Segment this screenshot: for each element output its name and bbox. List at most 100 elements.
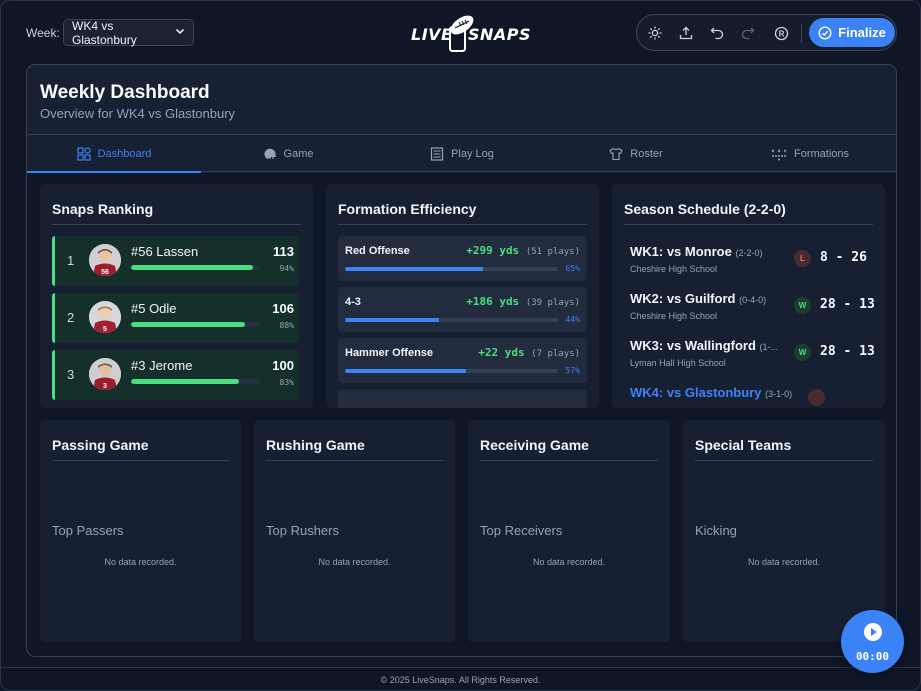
player-name: #5 Odle [131, 301, 177, 316]
divider [52, 224, 301, 225]
formation-yards: +22 yds (7 plays) [478, 346, 580, 359]
efficiency-bar [345, 267, 558, 271]
divider [338, 224, 587, 225]
sun-icon[interactable] [645, 23, 665, 43]
formation-row[interactable]: Hammer Offense +22 yds (7 plays) 57% [338, 338, 587, 383]
game-title: WK1: vs Monroe (2-2-0) [630, 244, 762, 259]
efficiency-fill [345, 369, 467, 373]
plays-count: (51 plays) [525, 247, 580, 257]
divider [52, 460, 229, 461]
ranking-row[interactable]: 3 3 #3 Jerome 100 83% [52, 350, 299, 400]
formation-row[interactable]: 4-3 +186 yds (39 plays) 44% [338, 287, 587, 332]
efficiency-fill [345, 267, 484, 271]
game-score: 8 - 26 [820, 250, 867, 265]
section-subtitle: Top Rushers [266, 523, 339, 538]
upload-icon[interactable] [676, 23, 696, 43]
helmet-icon [263, 148, 276, 159]
yards-value: +186 yds [466, 295, 520, 308]
efficiency-percent: 44% [565, 315, 580, 324]
tab-roster[interactable]: Roster [549, 135, 723, 172]
game-title: WK2: vs Guilford (0-4-0) [630, 291, 766, 306]
snap-percent: 94% [279, 264, 294, 273]
schedule-row[interactable]: WK3: vs Wallingford (1-... Lyman Hall Hi… [630, 338, 875, 378]
rank-number: 3 [67, 367, 75, 382]
dashboard-header: Weekly Dashboard Overview for WK4 vs Gla… [27, 65, 896, 135]
snap-count: 106 [272, 301, 294, 316]
snap-percent: 83% [279, 378, 294, 387]
formation-yards: +186 yds (39 plays) [466, 295, 580, 308]
opponent-name: WK1: vs Monroe [630, 244, 732, 259]
undo-icon[interactable] [707, 23, 727, 43]
toolbar: R Finalize [636, 14, 897, 51]
timer-display: 00:00 [855, 650, 890, 663]
efficiency-bar [345, 318, 558, 322]
formation-name: Hammer Offense [345, 347, 434, 359]
livesnaps-logo: LIVE SNAPS [410, 13, 531, 53]
result-badge [808, 389, 825, 406]
ranking-row[interactable]: 1 56 #56 Lassen 113 94% [52, 236, 299, 286]
tab-play-log[interactable]: Play Log [375, 135, 549, 172]
tab-formations[interactable]: Formations [723, 135, 896, 172]
snap-progress-bar [131, 322, 261, 327]
opponent-record: (2-2-0) [735, 248, 763, 258]
divider [480, 460, 658, 461]
rank-number: 2 [67, 310, 75, 325]
top-bar: Week: WK4 vs Glastonbury LIVE SNAPS R Fi… [1, 1, 920, 63]
page-subtitle: Overview for WK4 vs Glastonbury [40, 106, 236, 121]
avatar: 56 [89, 244, 121, 276]
avatar: 3 [89, 358, 121, 390]
logo-text-right: SNAPS [468, 25, 532, 44]
player-name: #56 Lassen [131, 244, 199, 259]
schedule-row[interactable]: WK1: vs Monroe (2-2-0) Cheshire High Sch… [630, 244, 870, 284]
result-badge: W [794, 344, 811, 361]
dashboard-panel: Weekly Dashboard Overview for WK4 vs Gla… [26, 64, 897, 657]
footer: © 2025 LiveSnaps. All Rights Reserved. [1, 667, 920, 690]
avatar: 5 [89, 301, 121, 333]
formation-row[interactable] [338, 389, 587, 408]
special-teams-card: Special Teams Kicking No data recorded. [683, 420, 885, 642]
tab-label: Game [283, 147, 314, 160]
play-icon [864, 623, 882, 641]
schedule-row[interactable]: WK2: vs Guilford (0-4-0) Cheshire High S… [630, 291, 875, 331]
svg-text:56: 56 [101, 269, 109, 276]
snap-progress-fill [131, 265, 254, 270]
reset-icon[interactable]: R [771, 23, 791, 43]
week-select[interactable]: WK4 vs Glastonbury [63, 19, 194, 47]
opponent-name: WK3: vs Wallingford [630, 338, 756, 353]
snap-percent: 88% [279, 321, 294, 330]
section-subtitle: Top Passers [52, 523, 124, 538]
snap-count: 100 [272, 358, 294, 373]
chevron-down-icon [175, 26, 185, 39]
opponent-record: (0-4-0) [739, 295, 767, 305]
formation-row[interactable]: Red Offense +299 yds (51 plays) 65% [338, 236, 587, 281]
passing-game-card: Passing Game Top Passers No data recorde… [40, 420, 241, 642]
list-icon [430, 146, 444, 161]
divider [266, 460, 443, 461]
tab-dashboard[interactable]: Dashboard [27, 135, 201, 173]
check-circle-icon [818, 25, 832, 40]
ranking-row[interactable]: 2 5 #5 Odle 106 88% [52, 293, 299, 343]
card-title: Formation Efficiency [338, 201, 477, 217]
game-title: WK3: vs Wallingford (1-... [630, 338, 778, 353]
card-title: Receiving Game [480, 437, 589, 453]
tab-label: Formations [793, 147, 850, 160]
formation-icon [771, 148, 787, 160]
toolbar-divider [801, 24, 802, 43]
finalize-label: Finalize [838, 25, 886, 40]
schedule-row-current[interactable]: WK4: vs Glastonbury (3-1-0) [630, 385, 870, 408]
yards-value: +299 yds [466, 244, 520, 257]
efficiency-percent: 57% [565, 366, 580, 375]
rank-number: 1 [67, 253, 75, 268]
divider [695, 460, 873, 461]
redo-icon[interactable] [738, 23, 758, 43]
game-timer-button[interactable]: 00:00 [841, 610, 904, 673]
game-location: Lyman Hall High School [630, 358, 726, 368]
finalize-button[interactable]: Finalize [809, 18, 895, 47]
efficiency-fill [345, 318, 439, 322]
card-title: Rushing Game [266, 437, 365, 453]
yards-value: +22 yds [478, 346, 525, 359]
card-title: Passing Game [52, 437, 149, 453]
tab-game[interactable]: Game [201, 135, 375, 172]
copyright-text: © 2025 LiveSnaps. All Rights Reserved. [380, 675, 541, 685]
section-subtitle: Top Receivers [480, 523, 563, 538]
